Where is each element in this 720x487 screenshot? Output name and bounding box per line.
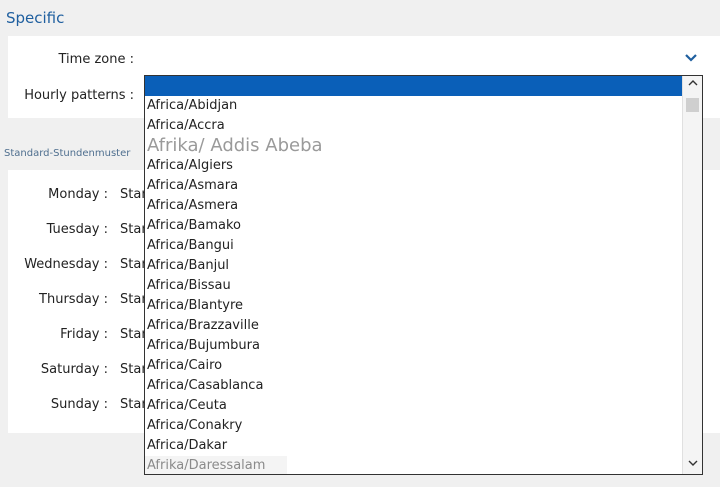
dropdown-option[interactable]: Africa/Ceuta bbox=[145, 396, 683, 416]
section-title: Specific bbox=[6, 9, 65, 27]
day-label: Saturday : bbox=[40, 362, 108, 377]
day-label: Monday : bbox=[48, 187, 108, 202]
dropdown-option[interactable]: Africa/Banjul bbox=[145, 256, 683, 276]
dropdown-option[interactable]: Afrika/ Addis Abeba bbox=[145, 136, 683, 156]
dropdown-option[interactable]: Africa/Algiers bbox=[145, 156, 683, 176]
time-zone-dropdown[interactable]: Africa/Abidjan Africa/Accra Afrika/ Addis … bbox=[144, 75, 703, 475]
dropdown-option[interactable]: Africa/Bamako bbox=[145, 216, 683, 236]
day-label: Sunday : bbox=[50, 397, 108, 412]
dropdown-selected-option[interactable] bbox=[145, 76, 683, 96]
dropdown-option[interactable]: Africa/Asmara bbox=[145, 176, 683, 196]
dropdown-option[interactable]: Africa/Brazzaville bbox=[145, 316, 683, 336]
scroll-up-icon[interactable] bbox=[683, 76, 702, 94]
dropdown-options-list: Africa/Abidjan Africa/Accra Afrika/ Addis … bbox=[145, 96, 683, 474]
dropdown-option[interactable]: Africa/Dakar bbox=[145, 436, 683, 456]
standard-patterns-title: Standard-Stundenmuster bbox=[4, 148, 131, 159]
dropdown-option[interactable]: Africa/Cairo bbox=[145, 356, 683, 376]
dropdown-scrollbar[interactable] bbox=[682, 76, 702, 474]
dropdown-option[interactable]: Africa/Asmera bbox=[145, 196, 683, 216]
hourly-patterns-label: Hourly patterns : bbox=[24, 88, 134, 103]
day-label: Friday : bbox=[60, 327, 108, 342]
scroll-down-icon[interactable] bbox=[683, 456, 702, 474]
chevron-down-icon[interactable] bbox=[683, 51, 699, 67]
scrollbar-thumb[interactable] bbox=[686, 98, 699, 112]
day-label: Thursday : bbox=[39, 292, 108, 307]
dropdown-option[interactable]: Africa/Bujumbura bbox=[145, 336, 683, 356]
dropdown-option[interactable]: Afrika/Daressalam bbox=[145, 456, 287, 474]
time-zone-label: Time zone : bbox=[58, 52, 134, 67]
day-label: Tuesday : bbox=[46, 222, 108, 237]
dropdown-option[interactable]: Africa/Bissau bbox=[145, 276, 683, 296]
dropdown-option[interactable]: Africa/Accra bbox=[145, 116, 683, 136]
day-label: Wednesday : bbox=[24, 257, 108, 272]
dropdown-option[interactable]: Africa/Bangui bbox=[145, 236, 683, 256]
dropdown-option[interactable]: Africa/Casablanca bbox=[145, 376, 683, 396]
dropdown-option[interactable]: Africa/Conakry bbox=[145, 416, 683, 436]
dropdown-option[interactable]: Africa/Abidjan bbox=[145, 96, 683, 116]
dropdown-option[interactable]: Africa/Blantyre bbox=[145, 296, 683, 316]
